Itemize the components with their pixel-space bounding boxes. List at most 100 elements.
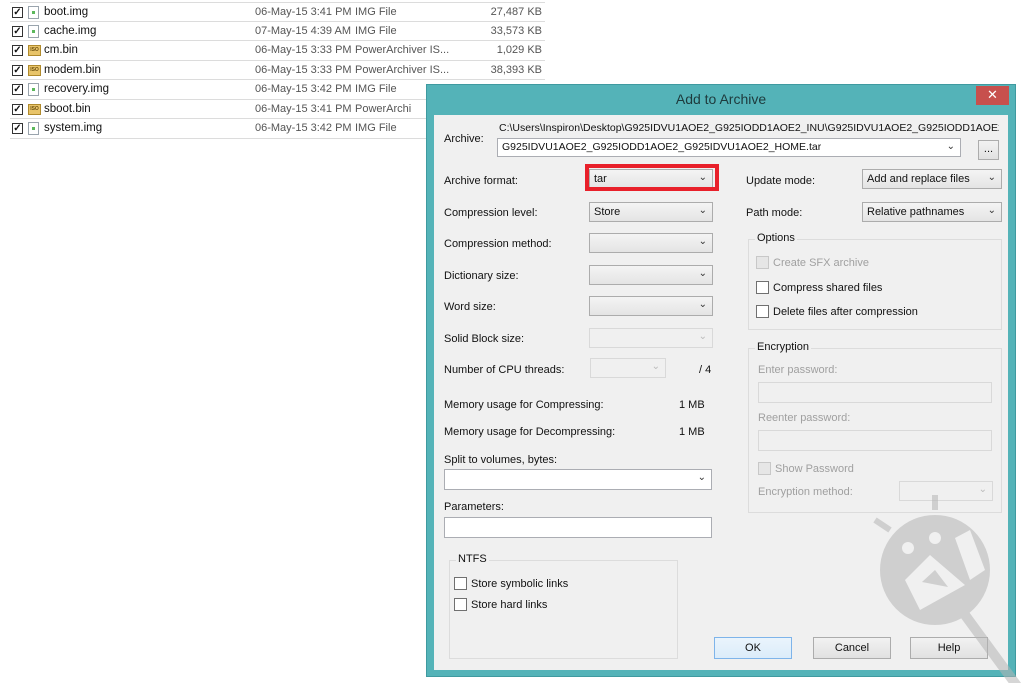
create-sfx-checkbox[interactable]: Create SFX archive — [756, 256, 869, 269]
checkbox-box[interactable] — [756, 305, 769, 318]
file-type: IMG File — [355, 83, 397, 95]
file-date: 06-May-15 3:33 PM — [255, 44, 352, 56]
file-date: 07-May-15 4:39 AM — [255, 24, 351, 37]
compression-method-label: Compression method: — [444, 238, 552, 250]
update-mode-value: Add and replace files — [867, 173, 970, 185]
iso-file-icon: ISO — [28, 103, 41, 115]
file-size: 1,029 KB — [496, 44, 542, 56]
encryption-method-label: Encryption method: — [758, 486, 853, 498]
file-size: 27,487 KB — [490, 6, 542, 18]
store-hard-links-label: Store hard links — [471, 598, 548, 611]
help-button[interactable]: Help — [910, 637, 988, 659]
browse-button[interactable]: ... — [978, 140, 999, 160]
memory-compress-value: 1 MB — [679, 399, 705, 411]
compress-shared-files-checkbox[interactable]: Compress shared files — [756, 281, 882, 294]
chevron-down-icon: ⌄ — [698, 205, 707, 216]
chevron-down-icon: ⌄ — [978, 484, 987, 495]
file-type: IMG File — [355, 122, 397, 134]
dictionary-size-select[interactable]: ⌄ — [589, 265, 713, 285]
checkbox-box[interactable] — [756, 256, 769, 269]
cpu-threads-select[interactable]: ⌄ — [590, 358, 666, 378]
file-name: cm.bin — [44, 44, 78, 56]
file-type: IMG File — [355, 6, 397, 18]
iso-file-icon: ISO — [28, 45, 41, 56]
solid-block-size-select[interactable]: ⌄ — [589, 328, 713, 348]
file-date: 06-May-15 3:42 PM — [255, 122, 352, 134]
split-volumes-combo[interactable]: ⌄ — [444, 469, 712, 490]
path-mode-value: Relative pathnames — [867, 206, 965, 218]
options-group: Options Create SFX archive Compress shar… — [748, 232, 1002, 330]
file-date: 06-May-15 3:41 PM — [255, 102, 352, 115]
archive-label: Archive: — [444, 133, 484, 145]
ntfs-group: NTFS Store symbolic links Store hard lin… — [449, 553, 678, 659]
image-file-icon — [28, 122, 39, 135]
word-size-select[interactable]: ⌄ — [589, 296, 713, 316]
file-checkbox[interactable]: ✓ — [12, 64, 23, 76]
chevron-down-icon: ⌄ — [698, 299, 707, 310]
image-file-icon — [28, 24, 39, 38]
file-date: 06-May-15 3:42 PM — [255, 83, 352, 95]
add-to-archive-dialog: Add to Archive ✕ Archive: C:\Users\Inspi… — [426, 84, 1016, 677]
encryption-method-select[interactable]: ⌄ — [899, 481, 993, 501]
compression-method-select[interactable]: ⌄ — [589, 233, 713, 253]
file-row[interactable]: ✓ ISO cm.bin 06-May-15 3:33 PM PowerArch… — [10, 41, 545, 61]
parameters-input[interactable] — [444, 517, 712, 538]
file-date: 06-May-15 3:33 PM — [255, 63, 352, 76]
memory-decompress-label: Memory usage for Decompressing: — [444, 426, 616, 438]
file-name: sboot.bin — [44, 102, 91, 115]
archive-name-combo[interactable]: G925IDVU1AOE2_G925IODD1AOE2_G925IDVU1AOE… — [497, 138, 961, 157]
file-checkbox[interactable]: ✓ — [12, 103, 23, 115]
update-mode-label: Update mode: — [746, 175, 816, 187]
path-mode-select[interactable]: Relative pathnames ⌄ — [862, 202, 1002, 222]
memory-compress-label: Memory usage for Compressing: — [444, 399, 604, 411]
path-mode-label: Path mode: — [746, 207, 803, 219]
encryption-group: Encryption Enter password: Reenter passw… — [748, 341, 1002, 513]
iso-file-icon: ISO — [28, 64, 41, 76]
chevron-down-icon: ⌄ — [987, 172, 996, 183]
enter-password-input[interactable] — [758, 382, 992, 403]
store-symbolic-links-label: Store symbolic links — [471, 577, 569, 590]
store-symbolic-links-checkbox[interactable]: Store symbolic links — [454, 577, 568, 590]
close-icon: ✕ — [987, 87, 998, 102]
dialog-title: Add to Archive — [675, 91, 767, 107]
ok-button[interactable]: OK — [714, 637, 792, 659]
close-button[interactable]: ✕ — [976, 86, 1009, 105]
browse-label: ... — [983, 143, 994, 155]
reenter-password-input[interactable] — [758, 430, 992, 451]
compression-level-select[interactable]: Store ⌄ — [589, 202, 713, 222]
file-row[interactable]: ✓ cache.img 07-May-15 4:39 AM IMG File 3… — [10, 21, 545, 41]
file-checkbox[interactable]: ✓ — [12, 25, 23, 37]
file-checkbox[interactable]: ✓ — [12, 7, 23, 18]
file-size: 38,393 KB — [490, 63, 542, 76]
update-mode-select[interactable]: Add and replace files ⌄ — [862, 169, 1002, 189]
dialog-titlebar[interactable]: Add to Archive ✕ — [427, 85, 1015, 114]
checkbox-box[interactable] — [454, 577, 467, 590]
file-checkbox[interactable]: ✓ — [12, 123, 23, 134]
checkbox-box[interactable] — [454, 598, 467, 611]
chevron-down-icon: ⌄ — [698, 331, 707, 342]
checkbox-box[interactable] — [758, 462, 771, 475]
chevron-down-icon: ⌄ — [987, 205, 996, 216]
file-type: PowerArchiver IS... — [355, 44, 450, 56]
file-date: 06-May-15 3:41 PM — [255, 6, 352, 18]
word-size-label: Word size: — [444, 301, 496, 313]
dictionary-size-label: Dictionary size: — [444, 270, 519, 282]
chevron-down-icon: ⌄ — [698, 268, 707, 279]
file-row[interactable]: ✓ ISO modem.bin 06-May-15 3:33 PM PowerA… — [10, 60, 545, 80]
file-checkbox[interactable]: ✓ — [12, 84, 23, 95]
file-name: system.img — [44, 122, 103, 134]
options-group-label: Options — [755, 232, 797, 244]
checkbox-box[interactable] — [756, 281, 769, 294]
chevron-down-icon: ⌄ — [697, 472, 706, 483]
cancel-button[interactable]: Cancel — [813, 637, 891, 659]
chevron-down-icon: ⌄ — [651, 361, 660, 372]
show-password-checkbox[interactable]: Show Password — [758, 462, 854, 475]
image-file-icon — [28, 83, 39, 96]
delete-files-after-compression-checkbox[interactable]: Delete files after compression — [756, 305, 918, 318]
encryption-group-label: Encryption — [755, 341, 811, 353]
delete-files-label: Delete files after compression — [773, 305, 918, 318]
memory-decompress-value: 1 MB — [679, 426, 705, 438]
file-checkbox[interactable]: ✓ — [12, 45, 23, 56]
file-row[interactable]: ✓ boot.img 06-May-15 3:41 PM IMG File 27… — [10, 2, 545, 22]
store-hard-links-checkbox[interactable]: Store hard links — [454, 598, 547, 611]
